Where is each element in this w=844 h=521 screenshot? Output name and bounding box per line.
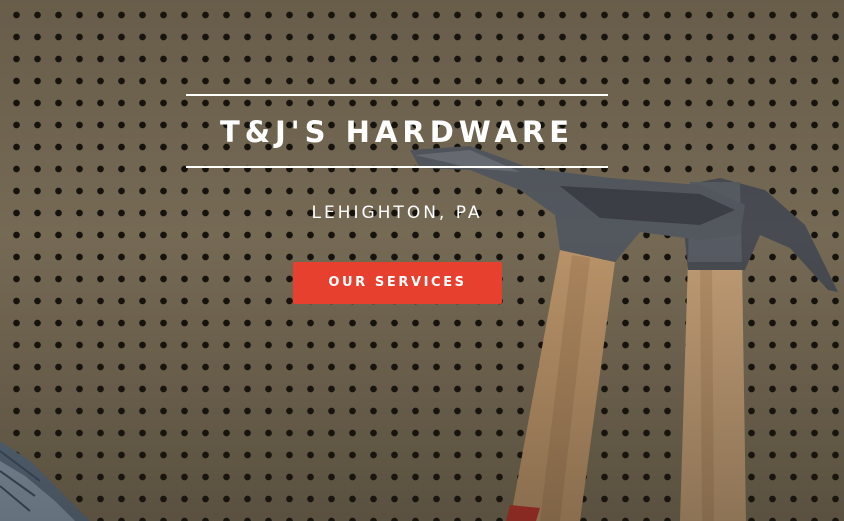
page-title: T&J'S HARDWARE bbox=[219, 115, 575, 149]
title-top-rule bbox=[186, 94, 608, 96]
our-services-button[interactable]: OUR SERVICES bbox=[293, 262, 502, 304]
hero-section: T&J'S HARDWARE LEHIGHTON, PA OUR SERVICE… bbox=[0, 0, 844, 521]
title-bottom-rule bbox=[186, 166, 608, 168]
hero-content: T&J'S HARDWARE LEHIGHTON, PA OUR SERVICE… bbox=[0, 0, 844, 521]
location-subtitle: LEHIGHTON, PA bbox=[311, 203, 483, 223]
